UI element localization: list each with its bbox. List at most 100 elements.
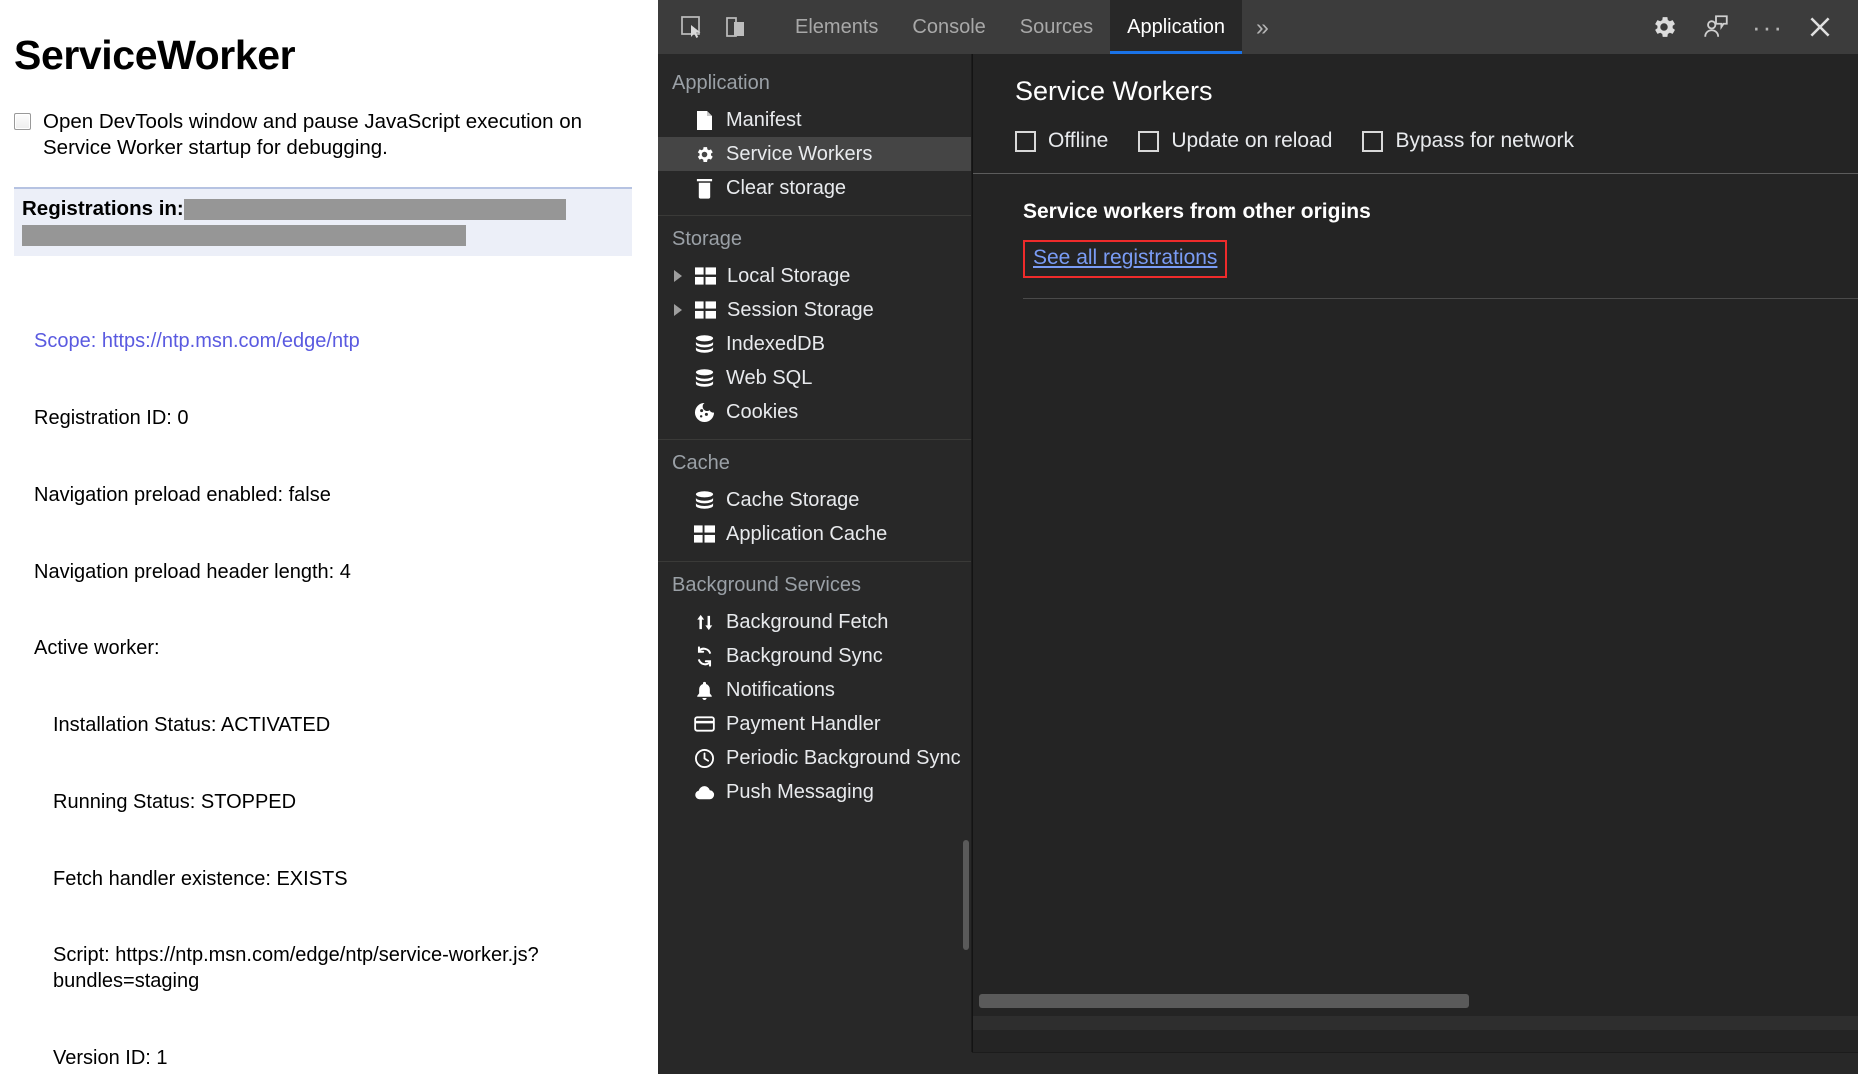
script-url: Script: https://ntp.msn.com/edge/ntp/ser… (53, 943, 653, 994)
sidebar-scrollbar-thumb[interactable] (963, 840, 969, 950)
debug-on-start-label: Open DevTools window and pause JavaScrip… (43, 109, 623, 161)
more-tabs-icon[interactable]: » (1242, 0, 1283, 54)
nav-preload-header-length: Navigation preload header length: 4 (34, 560, 644, 586)
sidebar-item-session-storage[interactable]: Session Storage (658, 293, 971, 327)
sidebar-item-label: Application Cache (726, 523, 887, 546)
sidebar-item-notifications[interactable]: Notifications (658, 673, 971, 707)
sidebar-item-cookies[interactable]: Cookies (658, 395, 971, 429)
update-on-reload-option[interactable]: Update on reload (1138, 129, 1332, 153)
sidebar-group-background-services: Background Services (658, 566, 971, 605)
sidebar-item-indexeddb[interactable]: IndexedDB (658, 327, 971, 361)
version-id: Version ID: 1 (53, 1046, 644, 1072)
sidebar-item-clear-storage[interactable]: Clear storage (658, 171, 971, 205)
cookie-icon (694, 402, 715, 423)
sidebar-item-label: Payment Handler (726, 713, 881, 736)
offline-label: Offline (1048, 129, 1108, 153)
devtools-body: Application Manifest Service Workers (658, 54, 1858, 1052)
sidebar-item-local-storage[interactable]: Local Storage (658, 259, 971, 293)
sidebar-item-label: Service Workers (726, 143, 872, 166)
close-icon[interactable] (1798, 5, 1842, 49)
sidebar-item-label: IndexedDB (726, 333, 825, 356)
trash-icon (694, 178, 715, 199)
sidebar-item-label: Session Storage (727, 299, 874, 322)
sidebar-item-label: Cache Storage (726, 489, 859, 512)
inspect-element-icon[interactable] (672, 7, 712, 47)
feedback-icon[interactable] (1694, 5, 1738, 49)
database-icon (694, 334, 715, 355)
bypass-for-network-label: Bypass for network (1395, 129, 1574, 153)
running-status: Running Status: STOPPED (53, 790, 644, 816)
active-worker-heading: Active worker: (34, 636, 644, 662)
installation-status: Installation Status: ACTIVATED (53, 713, 644, 739)
tab-sources[interactable]: Sources (1003, 0, 1110, 54)
nav-preload-enabled: Navigation preload enabled: false (34, 483, 644, 509)
sidebar-item-background-fetch[interactable]: Background Fetch (658, 605, 971, 639)
scope-link[interactable]: Scope: https://ntp.msn.com/edge/ntp (34, 329, 644, 355)
registration-details: Scope: https://ntp.msn.com/edge/ntp Regi… (34, 278, 644, 1074)
database-icon (694, 368, 715, 389)
sidebar-item-label: Push Messaging (726, 781, 874, 804)
update-on-reload-label: Update on reload (1171, 129, 1332, 153)
redacted-origin-2 (22, 225, 466, 246)
sidebar-group-cache: Cache (658, 444, 971, 483)
debug-on-start-checkbox[interactable] (14, 113, 31, 130)
more-options-dots: ··· (1752, 22, 1784, 32)
service-worker-options: Offline Update on reload Bypass for netw… (1015, 129, 1858, 173)
devtools-footer-sidebar (658, 1052, 972, 1074)
page-title: ServiceWorker (14, 32, 644, 79)
section-rule (1023, 298, 1858, 299)
offline-option[interactable]: Offline (1015, 129, 1108, 153)
devtools-tabstrip: Elements Console Sources Application » (778, 0, 1283, 54)
gear-icon (694, 144, 715, 165)
devtools-toolbar: Elements Console Sources Application » (658, 0, 1858, 54)
offline-checkbox[interactable] (1015, 131, 1036, 152)
redacted-origin (184, 199, 566, 220)
sidebar-item-label: Cookies (726, 401, 798, 424)
bypass-for-network-checkbox[interactable] (1362, 131, 1383, 152)
sidebar-item-label: Notifications (726, 679, 835, 702)
sidebar-group-application: Application (658, 64, 971, 103)
sidebar-item-periodic-background-sync[interactable]: Periodic Background Sync (658, 741, 971, 775)
sidebar-item-label: Background Sync (726, 645, 883, 668)
service-workers-header: Service Workers Offline Update on reload (973, 54, 1858, 173)
horizontal-scrollbar-thumb[interactable] (979, 994, 1469, 1008)
horizontal-scrollbar-track[interactable] (973, 1016, 1858, 1030)
sidebar-item-payment-handler[interactable]: Payment Handler (658, 707, 971, 741)
gear-icon[interactable] (1642, 5, 1686, 49)
sidebar-group-storage: Storage (658, 220, 971, 259)
table-icon (695, 266, 716, 287)
device-toolbar-icon[interactable] (716, 7, 756, 47)
more-options-icon[interactable]: ··· (1746, 5, 1790, 49)
tab-console[interactable]: Console (895, 0, 1002, 54)
panel-title: Service Workers (1015, 76, 1858, 107)
other-origins-title: Service workers from other origins (1023, 200, 1858, 224)
serviceworker-internals-page: ServiceWorker Open DevTools window and p… (0, 0, 658, 1074)
database-icon (694, 490, 715, 511)
sidebar-item-background-sync[interactable]: Background Sync (658, 639, 971, 673)
see-all-registrations-link[interactable]: See all registrations (1033, 246, 1217, 269)
chevron-right-icon[interactable] (674, 270, 682, 282)
application-sidebar: Application Manifest Service Workers (658, 54, 972, 1052)
debug-option-row[interactable]: Open DevTools window and pause JavaScrip… (14, 109, 644, 161)
document-icon (694, 110, 715, 131)
tab-elements[interactable]: Elements (778, 0, 895, 54)
tab-application[interactable]: Application (1110, 0, 1242, 54)
fetch-handler-existence: Fetch handler existence: EXISTS (53, 867, 644, 893)
update-on-reload-checkbox[interactable] (1138, 131, 1159, 152)
sidebar-divider (658, 561, 971, 562)
sidebar-item-application-cache[interactable]: Application Cache (658, 517, 971, 551)
registration-id: Registration ID: 0 (34, 406, 644, 432)
toolbar-actions: ··· (1642, 5, 1848, 49)
bypass-for-network-option[interactable]: Bypass for network (1362, 129, 1574, 153)
screen: ServiceWorker Open DevTools window and p… (0, 0, 1858, 1074)
registrations-label: Registrations in: (22, 197, 184, 221)
bell-icon (694, 680, 715, 701)
sidebar-item-cache-storage[interactable]: Cache Storage (658, 483, 971, 517)
sync-icon (694, 646, 715, 667)
see-all-registrations-highlight: See all registrations (1023, 240, 1227, 278)
sidebar-item-push-messaging[interactable]: Push Messaging (658, 775, 971, 809)
sidebar-item-service-workers[interactable]: Service Workers (658, 137, 971, 171)
chevron-right-icon[interactable] (674, 304, 682, 316)
sidebar-item-manifest[interactable]: Manifest (658, 103, 971, 137)
sidebar-item-web-sql[interactable]: Web SQL (658, 361, 971, 395)
